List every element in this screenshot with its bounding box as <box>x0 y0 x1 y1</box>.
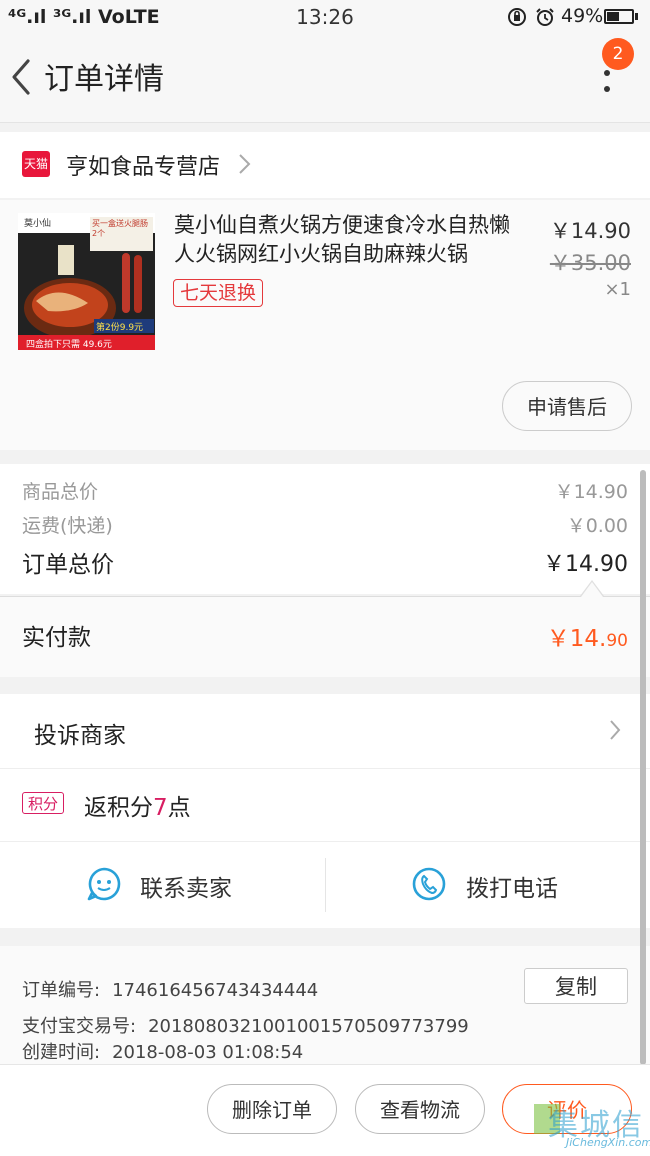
contact-divider <box>325 858 326 912</box>
image-promo-bottom: 四盒拍下只需 49.6元 <box>26 340 112 350</box>
scrollbar[interactable] <box>640 470 646 1065</box>
product-original-price: ￥35.00 <box>549 251 631 275</box>
order-total-label: 订单总价 <box>22 552 114 578</box>
notification-badge[interactable]: 2 <box>602 38 634 70</box>
alarm-icon <box>536 8 554 26</box>
back-chevron-icon[interactable] <box>6 57 36 97</box>
product-quantity: ×1 <box>604 279 631 300</box>
page-title: 订单详情 <box>44 62 164 97</box>
alipay-number-line: 支付宝交易号: 2018080321001001570509773799 <box>22 1012 469 1038</box>
more-dot <box>604 70 610 76</box>
battery-tip <box>635 13 638 20</box>
points-amount: 7 <box>153 795 168 821</box>
created-time: 2018-08-03 01:08:54 <box>112 1042 304 1063</box>
points-text: 返积分7点 <box>84 788 191 822</box>
battery-level <box>607 12 619 21</box>
order-total-value: ￥14.90 <box>543 552 628 577</box>
shipping-value: ￥0.00 <box>566 515 628 537</box>
order-number-label: 订单编号: <box>22 980 101 1001</box>
battery-icon <box>604 9 634 24</box>
points-tag: 积分 <box>22 792 64 814</box>
watermark-sub: JiChengXin.com <box>566 1136 650 1149</box>
battery-percent: 49% <box>561 5 604 27</box>
chevron-right-icon <box>610 720 621 740</box>
tmall-icon: 天猫 <box>22 151 50 177</box>
contact-seller-button[interactable]: 联系卖家 <box>140 869 232 903</box>
product-image[interactable]: 莫小仙 买一盒送火腿肠2个 第2份9.9元 四盒拍下只需 49.6元 <box>18 213 155 350</box>
chat-face-icon[interactable] <box>86 866 122 902</box>
points-prefix: 返积分 <box>84 795 153 821</box>
points-suffix: 点 <box>167 795 191 821</box>
data-saver-icon <box>508 8 526 26</box>
paid-value-cents: 90 <box>606 631 628 651</box>
alipay-number: 2018080321001001570509773799 <box>148 1016 469 1037</box>
created-time-line: 创建时间: 2018-08-03 01:08:54 <box>22 1038 303 1064</box>
product-price: ￥14.90 <box>549 219 631 243</box>
more-dot <box>604 86 610 92</box>
caret-indicator-inner <box>581 582 603 597</box>
paid-value-main: ￥14. <box>546 626 607 652</box>
image-promo-top: 买一盒送火腿肠2个 <box>92 219 148 238</box>
image-promo-mid: 第2份9.9元 <box>96 323 144 333</box>
delete-order-button[interactable]: 删除订单 <box>207 1084 337 1134</box>
store-name[interactable]: 亨如食品专营店 <box>66 149 220 181</box>
order-number: 174616456743434444 <box>112 980 319 1001</box>
created-time-label: 创建时间: <box>22 1042 101 1063</box>
alipay-number-label: 支付宝交易号: <box>22 1016 137 1037</box>
watermark-logo: 集城信 JiChengXin.com <box>530 1098 650 1154</box>
order-number-line: 订单编号: 174616456743434444 <box>22 976 318 1002</box>
copy-button[interactable]: 复制 <box>524 968 628 1004</box>
product-title[interactable]: 莫小仙自煮火锅方便速食冷水自热懒人火锅网红小火锅自助麻辣火锅 <box>174 211 530 269</box>
paid-label: 实付款 <box>22 625 91 651</box>
phone-icon[interactable] <box>411 866 447 902</box>
goods-total-value: ￥14.90 <box>554 481 628 503</box>
call-button[interactable]: 拨打电话 <box>466 869 558 903</box>
return-policy-tag: 七天退换 <box>173 279 264 307</box>
goods-total-label: 商品总价 <box>22 481 99 503</box>
after-sale-button[interactable]: 申请售后 <box>502 381 632 431</box>
shipping-label: 运费(快递) <box>22 515 113 537</box>
complain-label[interactable]: 投诉商家 <box>34 716 126 750</box>
paid-value: ￥14.90 <box>428 619 628 653</box>
view-logistics-button[interactable]: 查看物流 <box>355 1084 485 1134</box>
image-brand: 莫小仙 <box>24 219 52 229</box>
chevron-right-icon <box>239 154 251 174</box>
